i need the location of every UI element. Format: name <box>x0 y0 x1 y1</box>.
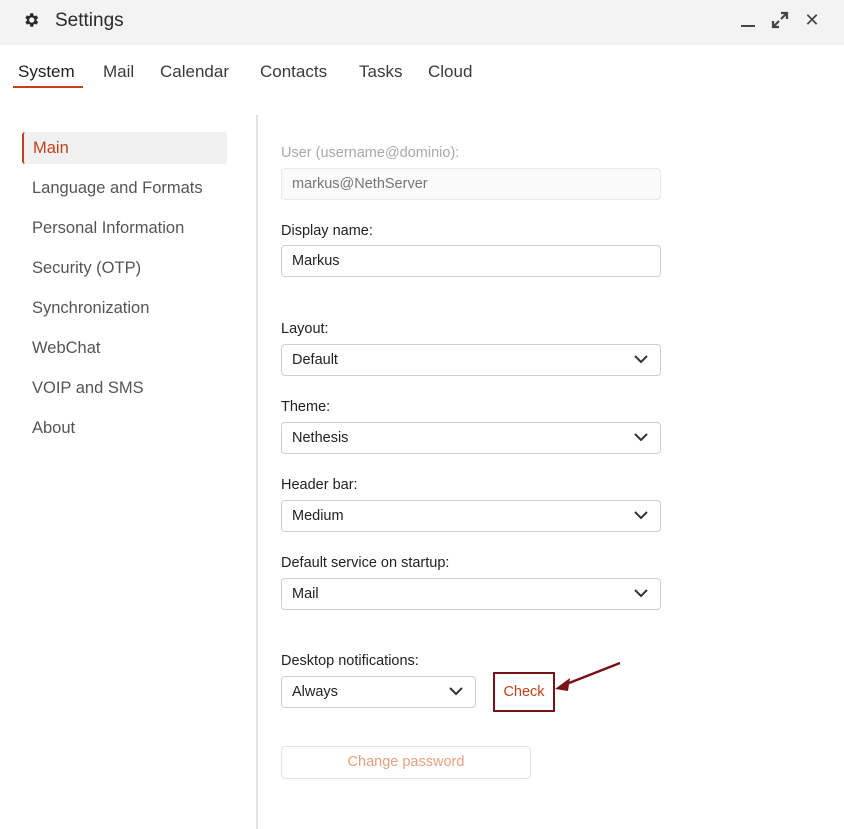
settings-sidebar: Main Language and Formats Personal Infor… <box>0 115 256 829</box>
tab-calendar[interactable]: Calendar <box>160 62 229 82</box>
chevron-down-icon <box>634 433 648 442</box>
sidebar-item-synchronization[interactable]: Synchronization <box>22 292 227 324</box>
default-service-select[interactable]: Mail <box>281 578 661 610</box>
layout-select-value: Default <box>292 352 338 368</box>
top-tabs: System Mail Calendar Contacts Tasks Clou… <box>0 45 844 95</box>
sidebar-item-about[interactable]: About <box>22 412 227 444</box>
desktop-notifications-label: Desktop notifications: <box>281 653 419 669</box>
sidebar-item-security-otp[interactable]: Security (OTP) <box>22 252 227 284</box>
chevron-down-icon <box>634 511 648 520</box>
active-tab-indicator <box>13 86 83 88</box>
desktop-notifications-select-value: Always <box>292 684 338 700</box>
annotation-arrow-icon <box>555 661 621 691</box>
chevron-down-icon <box>449 687 463 696</box>
layout-select[interactable]: Default <box>281 344 661 376</box>
chevron-down-icon <box>634 589 648 598</box>
check-notifications-button[interactable]: Check <box>493 672 555 712</box>
theme-select-value: Nethesis <box>292 430 349 446</box>
sidebar-divider <box>256 115 258 829</box>
user-label: User (username@dominio): <box>281 145 460 161</box>
default-service-label: Default service on startup: <box>281 555 450 571</box>
user-field <box>281 168 661 200</box>
default-service-select-value: Mail <box>292 586 319 602</box>
sidebar-item-main[interactable]: Main <box>22 132 227 164</box>
expand-icon[interactable] <box>770 10 790 30</box>
tab-contacts[interactable]: Contacts <box>260 62 327 82</box>
window-title: Settings <box>55 10 124 31</box>
sidebar-item-webchat[interactable]: WebChat <box>22 332 227 364</box>
chevron-down-icon <box>634 355 648 364</box>
header-bar-select[interactable]: Medium <box>281 500 661 532</box>
sidebar-item-personal-information[interactable]: Personal Information <box>22 212 227 244</box>
display-name-field[interactable]: Markus <box>281 245 661 277</box>
tab-mail[interactable]: Mail <box>103 62 134 82</box>
header-bar-label: Header bar: <box>281 477 358 493</box>
minimize-icon[interactable] <box>738 10 758 30</box>
tab-system[interactable]: System <box>18 62 75 82</box>
sidebar-item-language-and-formats[interactable]: Language and Formats <box>22 172 227 204</box>
change-password-button[interactable]: Change password <box>281 746 531 779</box>
close-icon[interactable]: ✕ <box>802 10 822 30</box>
tab-tasks[interactable]: Tasks <box>359 62 402 82</box>
desktop-notifications-select[interactable]: Always <box>281 676 476 708</box>
header-bar-select-value: Medium <box>292 508 344 524</box>
title-bar: Settings ✕ <box>0 0 844 45</box>
theme-label: Theme: <box>281 399 331 415</box>
theme-select[interactable]: Nethesis <box>281 422 661 454</box>
gear-icon <box>25 13 39 27</box>
tab-cloud[interactable]: Cloud <box>428 62 472 82</box>
layout-label: Layout: <box>281 321 329 337</box>
sidebar-item-voip-and-sms[interactable]: VOIP and SMS <box>22 372 227 404</box>
display-name-label: Display name: <box>281 223 373 239</box>
